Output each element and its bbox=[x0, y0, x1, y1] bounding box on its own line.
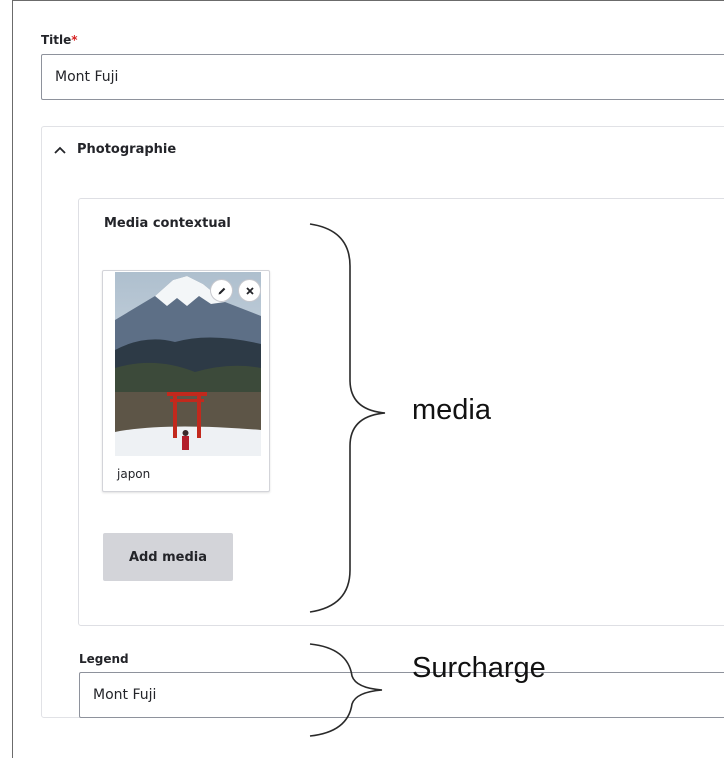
title-value: Mont Fuji bbox=[55, 69, 119, 85]
section-title: Photographie bbox=[77, 142, 177, 157]
media-thumbnail bbox=[115, 272, 261, 456]
legend-value: Mont Fuji bbox=[93, 687, 157, 703]
media-item-card[interactable]: japon bbox=[102, 270, 270, 492]
media-annotation: media bbox=[412, 394, 491, 426]
photographie-summary-toggle[interactable]: Photographie bbox=[53, 142, 176, 157]
legend-input[interactable]: Mont Fuji bbox=[79, 672, 724, 718]
mount-fuji-photo bbox=[115, 272, 261, 456]
media-item-name: japon bbox=[117, 467, 151, 481]
edit-media-button[interactable] bbox=[211, 280, 232, 301]
pencil-icon bbox=[218, 287, 225, 294]
title-label: Title* bbox=[41, 33, 78, 47]
required-marker: * bbox=[71, 33, 78, 47]
surcharge-annotation: Surcharge bbox=[412, 652, 546, 684]
title-input[interactable]: Mont Fuji bbox=[41, 54, 724, 100]
legend-label: Legend bbox=[79, 652, 129, 666]
add-media-button[interactable]: Add media bbox=[103, 533, 233, 581]
close-icon bbox=[245, 286, 254, 295]
media-widget-title: Media contextual bbox=[104, 216, 231, 231]
remove-media-button[interactable] bbox=[239, 280, 260, 301]
chevron-up-icon bbox=[54, 146, 66, 154]
